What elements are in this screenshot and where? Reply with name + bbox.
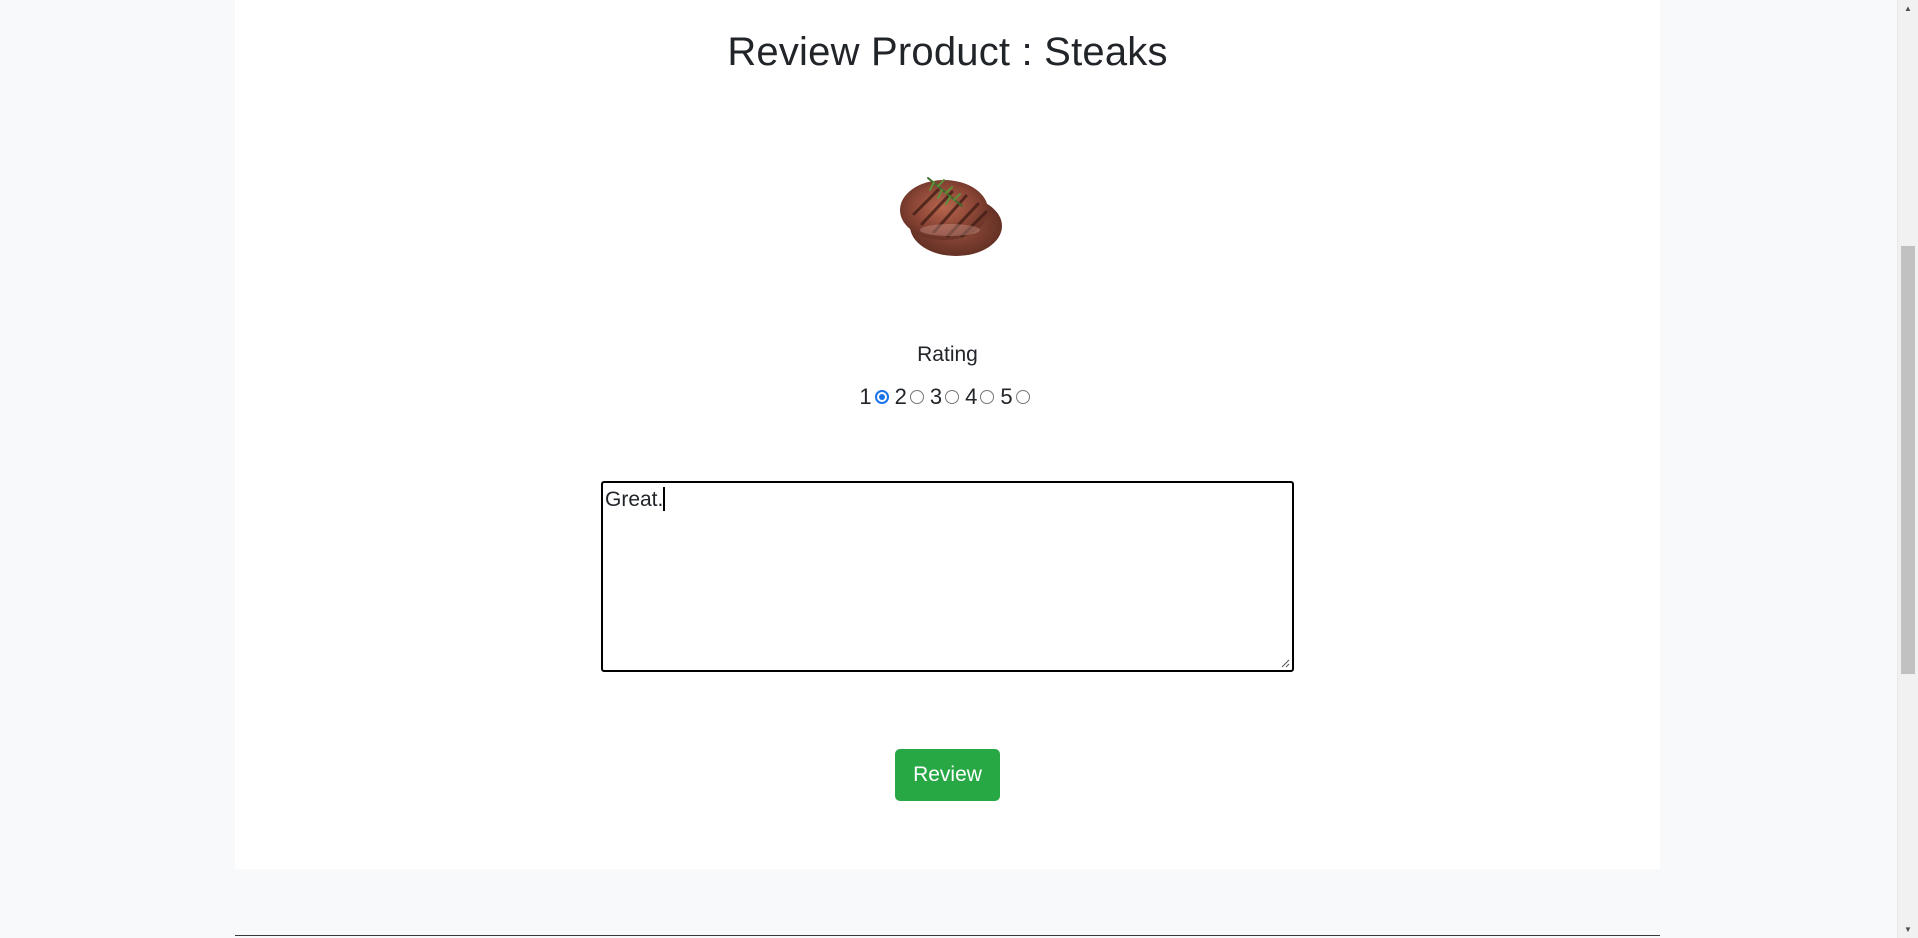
review-card: Review Product : Steaks Rating 1 2 3 4 5…: [235, 0, 1660, 869]
footer-divider: [235, 935, 1660, 936]
vertical-scrollbar[interactable]: ▲ ▼: [1897, 0, 1918, 938]
rating-value-3: 3: [929, 384, 943, 409]
rating-option-4: 4: [965, 384, 1000, 410]
rating-option-2: 2: [895, 384, 930, 410]
review-button[interactable]: Review: [895, 749, 1000, 801]
rating-radio-4[interactable]: [980, 390, 995, 404]
page-title: Review Product : Steaks: [727, 30, 1168, 74]
rating-radio-1[interactable]: [874, 390, 889, 404]
rating-radio-3[interactable]: [945, 390, 960, 404]
scroll-thumb[interactable]: [1901, 246, 1915, 674]
scroll-down-arrow-icon[interactable]: ▼: [1898, 921, 1918, 938]
rating-value-1: 1: [859, 384, 872, 409]
steak-image: [900, 177, 1002, 256]
text-cursor: [663, 487, 666, 511]
rating-option-1: 1: [859, 384, 894, 410]
resize-grip-icon[interactable]: [1280, 658, 1290, 668]
rating-label: Rating: [917, 343, 978, 366]
rating-radio-2[interactable]: [909, 390, 924, 404]
rating-value-4: 4: [965, 384, 978, 409]
viewport: Review Product : Steaks Rating 1 2 3 4 5…: [0, 0, 1918, 938]
rating-value-2: 2: [894, 384, 907, 409]
rating-option-3: 3: [930, 384, 965, 410]
rating-group: 1 2 3 4 5: [235, 384, 1660, 410]
rating-value-5: 5: [1000, 384, 1013, 409]
review-text: Great.: [605, 488, 664, 511]
rating-option-5: 5: [1000, 384, 1035, 410]
scroll-up-arrow-icon[interactable]: ▲: [1898, 0, 1918, 17]
rating-radio-5[interactable]: [1015, 390, 1030, 404]
review-textarea[interactable]: Great.: [601, 481, 1294, 672]
